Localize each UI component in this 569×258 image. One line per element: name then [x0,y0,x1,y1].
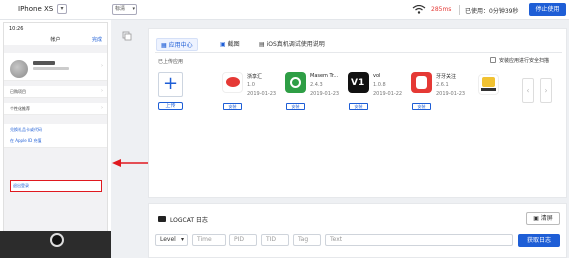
tab-label: iOS真机调试使用说明 [266,41,325,48]
app-version: 1.0 [247,82,255,88]
app-date: 2019-01-22 [373,91,403,97]
tid-input[interactable]: TID [261,234,289,246]
redeem-link[interactable]: 兑换礼品卡或代码 [10,127,42,133]
uploaded-apps-label: 已上传应用 [158,59,184,65]
topup-link[interactable]: 在 Apple ID 充值 [10,138,41,144]
security-scan-checkbox[interactable] [490,57,496,63]
clear-label: 清屏 [540,215,553,222]
logcat-panel: LOGCAT 日志 ▣ 清屏 Level ▾ Time PID TID Tag T… [148,203,567,258]
install-button[interactable]: 安装 [223,103,242,110]
level-select[interactable]: Level ▾ [155,234,188,246]
install-button[interactable]: 安装 [349,103,368,110]
app-center-panel: ▦ 应用中心 ▣ 截图 ▤ iOS真机调试使用说明 已上传应用 安装应用进行安全… [148,28,567,198]
install-button[interactable]: 安装 [286,103,305,110]
grid-icon: ▦ [161,42,169,49]
stop-using-button[interactable]: 停止使用 [529,3,566,16]
app-name: 浙享汇 [247,74,263,80]
chevron-down-icon: ▾ [180,236,184,243]
app-icon[interactable] [285,72,306,93]
quality-label: 标清 [115,6,126,12]
prev-button[interactable]: ‹ [522,78,534,103]
app-date: 2019-01-23 [436,91,466,97]
logcat-title: LOGCAT 日志 [170,217,208,224]
app-root: IPhone XS ▾ 标清 ▾ 285ms 已使用：0分钟39秒 停止使用 1… [0,0,569,258]
get-logs-button[interactable]: 获取日志 [518,234,560,247]
phone-time: 10:26 [9,26,24,32]
add-app-button[interactable]: + [158,72,183,97]
device-dropdown-button[interactable]: ▾ [57,4,67,14]
chevron-down-icon: ▾ [132,6,135,12]
list-item-label: 已购项目 [10,89,26,94]
tab-app-center[interactable]: ▦ 应用中心 [156,38,198,51]
level-label: Level [160,236,176,243]
terminal-icon [158,216,166,222]
app-version: 1.0.8 [373,82,386,88]
time-input[interactable]: Time [192,234,226,246]
app-name: 牙牙关注 [436,74,457,80]
app-date: 2019-01-23 [247,91,277,97]
logout-button[interactable]: 退出登录 [10,180,102,192]
app-date: 2019-01-23 [310,91,340,97]
security-scan-label: 安装应用进行安全扫描 [499,58,550,64]
tab-label: 截图 [227,41,240,48]
text-input[interactable]: Text [325,234,513,246]
list-item-label: 个性化推荐 [10,106,30,111]
app-version: 2.4.3 [310,82,323,88]
app-icon[interactable] [411,72,432,93]
clear-button[interactable]: ▣ 清屏 [526,212,560,225]
app-version: 2.6.1 [436,82,449,88]
app-icon[interactable] [478,74,499,95]
chevron-right-icon: › [101,88,103,94]
tag-input[interactable]: Tag [293,234,321,246]
avatar [10,60,28,78]
divider [459,5,460,15]
tab-label: 应用中心 [168,42,193,49]
install-button[interactable]: 安装 [412,103,431,110]
divider [155,52,562,53]
app-name: Masem Tr... [310,73,339,79]
document-icon: ▤ [259,41,267,48]
chevron-right-icon: › [101,105,103,111]
phone-done-link[interactable]: 完成 [92,36,102,43]
home-button[interactable] [50,233,64,247]
phone-screen[interactable]: 10:26 帐户 完成 › 已购项目 › 个性化推荐 › 兑换礼品卡或代码 在 … [3,22,108,235]
image-icon: ▣ [220,41,228,48]
wifi-icon [412,5,426,14]
chevron-right-icon: › [101,63,103,69]
latency-value: 285ms [431,6,452,13]
quality-select[interactable]: 标清 ▾ [112,4,137,15]
app-icon[interactable] [222,72,243,93]
pid-input[interactable]: PID [229,234,257,246]
app-icon[interactable]: V1 [348,72,369,93]
tab-ios-guide[interactable]: ▤ iOS真机调试使用说明 [255,38,329,51]
account-email-redacted [33,67,69,70]
top-bar: IPhone XS ▾ 标清 ▾ 285ms 已使用：0分钟39秒 停止使用 [0,0,569,20]
upload-button[interactable]: 上传 [158,102,183,110]
tab-screenshot[interactable]: ▣ 截图 [216,38,244,51]
copy-icon[interactable] [122,31,132,41]
device-name: IPhone XS [18,5,54,13]
next-button[interactable]: › [540,78,552,103]
app-name: vol [373,73,381,79]
used-time: 已使用：0分钟39秒 [465,8,519,15]
clear-icon: ▣ [533,215,541,222]
account-name-redacted [33,61,55,65]
